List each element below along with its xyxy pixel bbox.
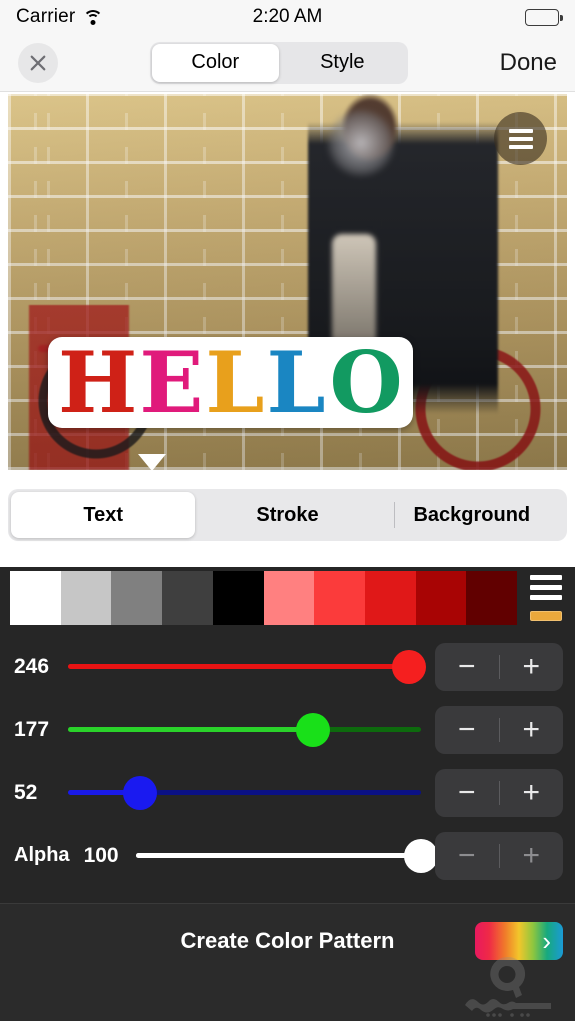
close-x-icon — [30, 55, 46, 70]
letter-o: O — [329, 332, 403, 432]
green-minus-button[interactable]: − — [435, 712, 499, 746]
bottom-action-bar: Create Color Pattern › — [0, 903, 575, 1021]
letter-h: H — [58, 332, 137, 432]
slider-row-red: 246 − + — [0, 635, 575, 698]
minus-icon: − — [457, 712, 476, 746]
mode-segmented-control[interactable]: Color Style — [149, 41, 408, 84]
red-slider-fill — [68, 664, 409, 669]
plus-icon: + — [522, 712, 541, 746]
status-bar-right — [525, 8, 563, 26]
plus-icon: + — [522, 775, 541, 809]
swatch-5[interactable] — [263, 571, 315, 625]
done-button[interactable]: Done — [500, 49, 557, 77]
palette-row — [0, 567, 575, 629]
tab-background[interactable]: Background — [380, 492, 564, 538]
swatch-8[interactable] — [415, 571, 467, 625]
carrier-label: Carrier — [16, 6, 76, 27]
chevron-right-icon: › — [542, 926, 551, 956]
red-value-label: 246 — [14, 654, 50, 678]
swatch-4[interactable] — [212, 571, 264, 625]
swatch-0[interactable] — [10, 571, 61, 625]
red-stepper[interactable]: − + — [435, 642, 564, 691]
tab-color[interactable]: Color — [151, 43, 279, 82]
rgba-sliders: 246 − + 177 − + 52 − + Alpha 100 − + — [0, 629, 575, 887]
palette-menu-icon — [530, 575, 562, 580]
swatch-2[interactable] — [111, 571, 163, 625]
status-bar: Carrier 2:20 AM — [0, 0, 575, 34]
minus-icon: − — [457, 649, 476, 683]
alpha-slider-thumb[interactable] — [404, 838, 438, 873]
slider-row-blue: 52 − + — [0, 761, 575, 824]
minus-icon: − — [457, 775, 476, 809]
alpha-slider-track[interactable] — [135, 853, 421, 858]
close-button[interactable] — [18, 42, 58, 83]
alpha-minus-button[interactable]: − — [435, 838, 499, 872]
slider-row-alpha: Alpha 100 − + — [0, 824, 575, 887]
green-value-label: 177 — [14, 717, 50, 741]
swatch-6[interactable] — [314, 571, 365, 625]
alpha-slider-fill — [135, 853, 421, 858]
green-slider-track[interactable] — [68, 727, 421, 732]
green-plus-button[interactable]: + — [500, 712, 564, 746]
green-stepper[interactable]: − + — [435, 705, 564, 754]
plus-icon: + — [522, 649, 541, 683]
red-slider[interactable] — [68, 649, 426, 684]
tab-divider — [394, 502, 395, 528]
blue-value-label: 52 — [14, 780, 38, 804]
letter-l2: L — [266, 332, 325, 432]
alpha-label: Alpha — [14, 844, 70, 866]
red-slider-track[interactable] — [68, 664, 421, 669]
palette-menu-button[interactable] — [517, 571, 575, 625]
letter-l1: L — [205, 332, 264, 432]
minus-icon: − — [457, 838, 476, 872]
red-slider-thumb[interactable] — [391, 649, 426, 684]
status-bar-left: Carrier — [16, 6, 104, 28]
app-watermark-logo — [465, 956, 551, 1017]
blue-minus-button[interactable]: − — [435, 775, 499, 809]
color-editor-panel: 246 − + 177 − + 52 − + Alpha 100 − + Cre… — [0, 567, 575, 1021]
hello-text-artwork[interactable]: H E L L O — [48, 332, 413, 432]
swatch-7[interactable] — [364, 571, 416, 625]
letter-e: E — [139, 332, 203, 432]
swatch-9[interactable] — [466, 571, 518, 625]
green-slider[interactable] — [68, 712, 421, 747]
alpha-stepper[interactable]: − + — [435, 831, 564, 880]
tab-stroke[interactable]: Stroke — [195, 492, 379, 538]
blue-slider-thumb[interactable] — [123, 775, 157, 810]
plus-icon: + — [522, 838, 541, 872]
navigation-bar: Color Style Done — [0, 34, 575, 92]
hamburger-menu-icon — [508, 128, 533, 133]
battery-full-icon — [525, 8, 563, 26]
swatch-3[interactable] — [162, 571, 213, 625]
palette-accent-indicator — [530, 611, 562, 621]
photo-preview[interactable]: H E L L O — [8, 94, 567, 470]
blue-slider-track[interactable] — [68, 790, 421, 795]
target-segmented-control[interactable]: Text Stroke Background — [8, 489, 567, 541]
blue-plus-button[interactable]: + — [500, 775, 564, 809]
swatch-1[interactable] — [60, 571, 112, 625]
green-slider-thumb[interactable] — [295, 712, 330, 747]
red-plus-button[interactable]: + — [500, 649, 564, 683]
wifi-icon — [83, 9, 104, 25]
alpha-slider[interactable] — [135, 838, 438, 873]
canvas-menu-button[interactable] — [494, 112, 547, 165]
blue-stepper[interactable]: − + — [435, 768, 564, 817]
alpha-plus-button[interactable]: + — [500, 838, 564, 872]
green-slider-fill — [68, 727, 313, 732]
tab-text[interactable]: Text — [11, 492, 196, 538]
color-pattern-preview-button[interactable]: › — [475, 922, 563, 960]
alpha-value-label: 100 — [83, 843, 119, 867]
tab-style[interactable]: Style — [279, 44, 406, 82]
app-screen: Carrier 2:20 AM Color Style Done H E L L… — [0, 0, 575, 1021]
blue-slider[interactable] — [68, 775, 421, 810]
canvas-area: H E L L O — [0, 92, 575, 470]
color-swatches[interactable] — [10, 571, 518, 625]
red-minus-button[interactable]: − — [435, 649, 499, 683]
drag-handle-triangle-icon[interactable] — [138, 454, 166, 470]
slider-row-green: 177 − + — [0, 698, 575, 761]
